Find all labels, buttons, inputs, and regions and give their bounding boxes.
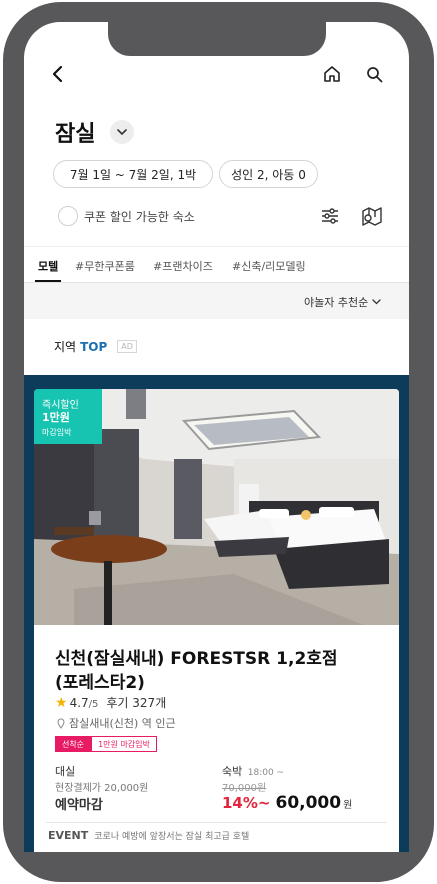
tab-new-remodel[interactable]: #신축/리모델링 (232, 258, 306, 274)
listing-name-line1: 신천(잠실새내) FORESTSR 1,2호점 (55, 649, 338, 669)
stay-label-row: 숙박 18:00 ~ (222, 763, 284, 779)
date-chip[interactable]: 7월 1일 ~ 7월 2일, 1박 (53, 160, 213, 188)
tag-deadline: 1만원 마감임박 (91, 736, 157, 752)
price-unit: 원 (343, 800, 353, 811)
city-dropdown-button[interactable] (110, 120, 134, 144)
back-button[interactable] (46, 62, 70, 86)
review-count: 후기 327개 (106, 696, 167, 710)
location-text: 잠실새내(신천) 역 인근 (69, 717, 176, 730)
section-title-highlight: TOP (80, 339, 108, 354)
location-pin-icon (57, 718, 65, 729)
guests-chip[interactable]: 성인 2, 아동 0 (219, 160, 318, 188)
coupon-checkbox[interactable] (58, 206, 78, 226)
section-title-prefix: 지역 (54, 340, 77, 354)
listing-name-line2: (포레스타2) (55, 673, 145, 693)
search-button[interactable] (362, 62, 386, 86)
listing-card[interactable]: 즉시할인 1만원 마감임박 신천(잠실새내) FORESTSR 1,2호점 (포… (34, 389, 399, 852)
badge-line2: 1만원 (42, 411, 70, 424)
page-title: 잠실 (55, 122, 96, 147)
app-screen: 잠실 7월 1일 ~ 7월 2일, 1박 성인 2, 아동 0 쿠폰 할인 가능… (24, 22, 409, 852)
sort-label: 야놀자 추천순 (304, 296, 369, 309)
section-title: 지역 TOP AD (54, 338, 137, 355)
phone-notch (108, 22, 326, 56)
event-label: EVENT (48, 829, 89, 842)
chevron-down-icon (372, 299, 381, 305)
rental-status: 예약마감 (55, 798, 103, 813)
stay-original-price: 70,000원 (222, 783, 267, 794)
stay-label: 숙박 (222, 765, 243, 778)
chevron-left-icon (52, 65, 63, 83)
rating-row: ★ 4.7 /5 후기 327개 (55, 694, 166, 711)
event-row[interactable]: EVENT 코로나 예방에 앞장서는 잠실 최고급 호텔 (48, 829, 249, 842)
tab-franchise[interactable]: #프랜차이즈 (153, 258, 213, 274)
filter-button[interactable] (318, 205, 342, 227)
ad-label: AD (117, 340, 137, 353)
badge-line3: 마감임박 (42, 428, 72, 437)
location-row: 잠실새내(신천) 역 인근 (57, 715, 176, 731)
stay-price-row: 14%~ 60,000 원 (222, 793, 352, 813)
rating-max: /5 (88, 699, 99, 710)
tag-first-come: 선착순 (55, 736, 91, 752)
rental-onsite-price: 현장결제가 20,000원 (55, 783, 149, 794)
tab-divider-top (24, 246, 409, 247)
home-icon (324, 66, 340, 82)
map-icon (362, 207, 382, 226)
search-icon (366, 66, 382, 82)
chevron-down-icon (117, 128, 127, 135)
discount-rate: 14%~ (222, 794, 271, 812)
region-top-banner: 즉시할인 1만원 마감임박 신천(잠실새내) FORESTSR 1,2호점 (포… (24, 375, 409, 852)
stay-time: 18:00 ~ (247, 768, 285, 778)
event-divider (46, 822, 387, 823)
rating-value: 4.7 (69, 696, 89, 710)
home-button[interactable] (320, 62, 344, 86)
rental-label: 대실 (55, 765, 76, 778)
map-button[interactable] (359, 203, 385, 229)
tab-motel[interactable]: 모텔 (38, 258, 58, 274)
stay-price: 60,000 (275, 793, 342, 813)
star-icon: ★ (55, 695, 68, 711)
tab-unlimited-coupon[interactable]: #무한쿠폰룸 (75, 258, 135, 274)
listing-photo[interactable]: 즉시할인 1만원 마감임박 (34, 389, 399, 625)
sort-dropdown[interactable]: 야놀자 추천순 (304, 294, 381, 310)
sliders-icon (322, 208, 338, 224)
discount-badge: 즉시할인 1만원 마감임박 (34, 389, 102, 444)
event-text: 코로나 예방에 앞장서는 잠실 최고급 호텔 (94, 832, 250, 842)
coupon-filter-label[interactable]: 쿠폰 할인 가능한 숙소 (84, 208, 195, 225)
